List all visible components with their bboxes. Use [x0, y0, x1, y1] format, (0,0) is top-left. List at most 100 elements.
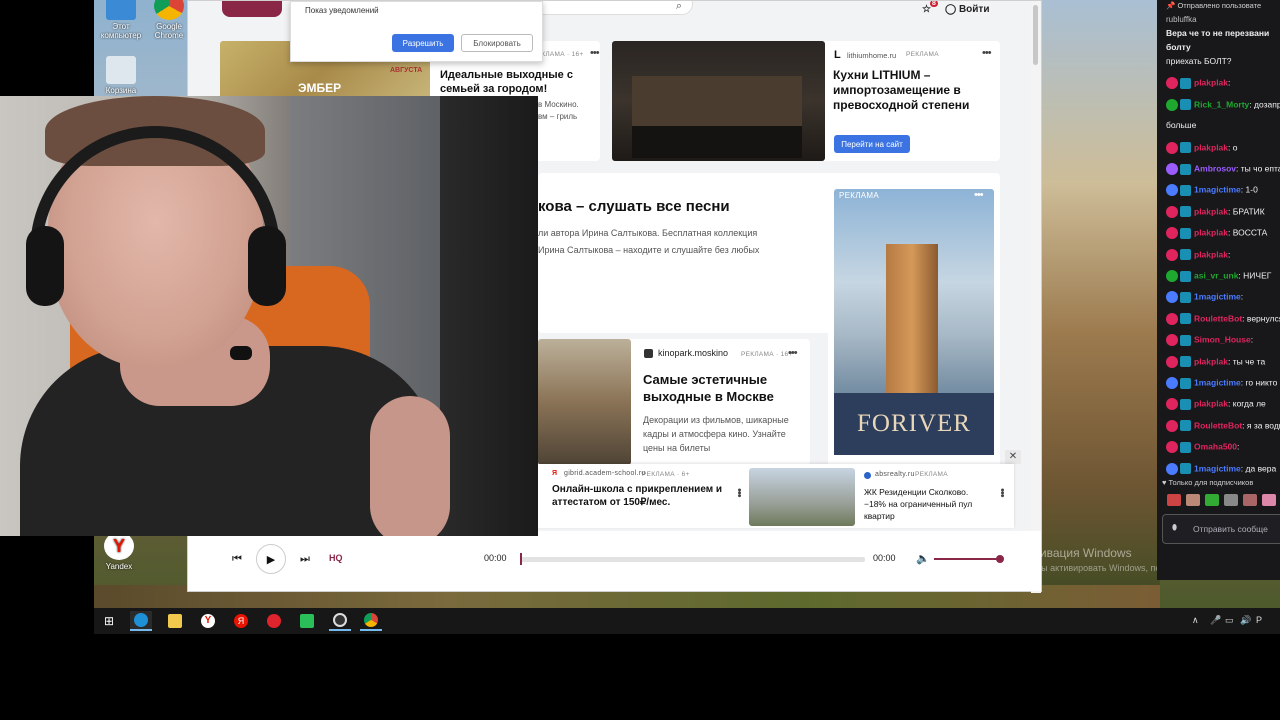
chat-username[interactable]: plakplak	[1194, 142, 1228, 152]
school-ad-domain[interactable]: gibrid.academ-school.ru	[564, 470, 646, 477]
site-logo[interactable]	[222, 1, 282, 17]
chat-username[interactable]: 1magictime	[1194, 292, 1241, 302]
chat-colon: :	[1250, 334, 1254, 345]
go-to-site-button[interactable]: Перейти на сайт	[834, 135, 910, 153]
chat-username[interactable]: RouletteBot	[1194, 420, 1242, 430]
tower-ad-card[interactable]: РЕКЛАМА ••• FORIVER	[828, 183, 1000, 473]
taskbar-opera[interactable]	[263, 611, 285, 631]
school-ad-title[interactable]: Онлайн-школа с прикреплением и аттестато…	[552, 483, 732, 509]
tray-mic-icon[interactable]: 🎤	[1210, 615, 1221, 626]
start-button[interactable]: ⊞	[98, 611, 120, 631]
previous-track-icon[interactable]: ⏮	[232, 553, 242, 566]
more-options-icon[interactable]: •••	[590, 47, 600, 59]
chat-username[interactable]: 1magictime	[1194, 377, 1241, 387]
pinned-user[interactable]: rubluffka	[1166, 15, 1197, 24]
chat-username[interactable]: asi_vr_unk	[1194, 270, 1238, 280]
page-scrollbar-thumb[interactable]	[1033, 5, 1038, 65]
chat-username[interactable]: plakplak	[1194, 399, 1228, 409]
favorites-button[interactable]: ☆ 8	[922, 1, 938, 15]
taskbar-app[interactable]	[296, 611, 318, 631]
emote-icon[interactable]	[1205, 494, 1219, 506]
page-scrollbar[interactable]	[1031, 1, 1041, 593]
more-options-icon[interactable]: •••	[996, 488, 1008, 497]
taskbar-edge[interactable]	[130, 611, 152, 631]
sub-badge-icon	[1166, 398, 1178, 411]
chat-username[interactable]: plakplak	[1194, 356, 1228, 366]
desktop-icon-recycle-bin[interactable]: Корзина	[94, 56, 148, 95]
play-button[interactable]: ▶	[256, 544, 286, 574]
taskbar-chrome[interactable]	[360, 611, 382, 631]
chat-text: ты че та	[1232, 355, 1266, 366]
progress-bar[interactable]	[520, 557, 865, 562]
close-ad-icon[interactable]: ✕	[1005, 450, 1021, 464]
chat-username[interactable]: Simon_House	[1194, 334, 1251, 344]
chat-input[interactable]: ⬮ Отправить сообще	[1162, 514, 1280, 544]
hq-toggle[interactable]: HQ	[329, 553, 343, 563]
block-button[interactable]: Блокировать	[461, 34, 533, 52]
stream-chat: 📌 Отправлено пользовате rubluffka Вера ч…	[1157, 0, 1280, 580]
emote-icon[interactable]	[1262, 494, 1276, 506]
taskbar-obs[interactable]	[329, 611, 351, 631]
chat-username[interactable]: plakplak	[1194, 78, 1228, 88]
login-button[interactable]: ◯ Войти	[945, 4, 990, 15]
kitchen-ad-card[interactable]: L lithiumhome.ru РЕКЛАМА ••• Кухни LITHI…	[612, 41, 1000, 161]
prime-badge-icon	[1180, 163, 1191, 175]
chat-username[interactable]: 1magictime	[1194, 463, 1241, 473]
desktop-icon-yandex[interactable]: Y Yandex	[92, 532, 146, 571]
chat-message: RouletteBot: я за водкой	[1166, 419, 1280, 432]
emote-bar	[1165, 494, 1276, 506]
kitchen-ad-domain[interactable]: lithiumhome.ru	[847, 50, 896, 61]
taskbar-yandex-browser[interactable]: Y	[197, 611, 219, 631]
tray-network-icon[interactable]: ▭	[1225, 615, 1234, 626]
chat-username[interactable]: Ambrosov	[1194, 163, 1236, 173]
ad-label: РЕКЛАМА · 6+	[642, 471, 690, 478]
chat-text: я за водкой	[1246, 420, 1280, 431]
allow-button[interactable]: Разрешить	[392, 34, 454, 52]
desktop-icon-label: Yandex	[105, 562, 133, 571]
chat-username[interactable]: RouletteBot	[1194, 313, 1242, 323]
emote-icon[interactable]	[1186, 494, 1200, 506]
chat-username[interactable]: plakplak	[1194, 227, 1228, 237]
computer-icon	[106, 0, 136, 20]
chat-input-placeholder: Отправить сообще	[1193, 524, 1268, 534]
pinned-label: Отправлено пользовате	[1177, 1, 1262, 10]
chat-message: Ambrosov: ты чо епта	[1166, 163, 1280, 175]
volume-icon[interactable]: 🔈	[916, 552, 930, 565]
chat-text: 1-0	[1245, 184, 1258, 195]
taskbar-yandex[interactable]: Я	[230, 611, 252, 631]
desktop-icon-this-pc[interactable]: Этот компьютер	[94, 0, 148, 40]
chat-username[interactable]: Rick_1_Morty	[1194, 99, 1249, 109]
prime-badge-icon	[1180, 420, 1191, 432]
more-options-icon[interactable]: •••	[982, 47, 992, 59]
search-icon[interactable]: ⌕	[676, 1, 682, 13]
volume-handle[interactable]	[996, 555, 1004, 563]
header-right: ☆ 8 ◯ Войти	[922, 1, 989, 17]
chat-username[interactable]: 1magictime	[1194, 185, 1241, 195]
volume-slider[interactable]	[934, 558, 1002, 560]
chat-username[interactable]: plakplak	[1194, 206, 1228, 216]
chat-username[interactable]: Omaha500	[1194, 441, 1237, 451]
tray-volume-icon[interactable]: 🔊	[1240, 615, 1251, 626]
progress-handle[interactable]	[520, 553, 522, 565]
absrealty-ad-domain[interactable]: absrealty.ru	[875, 471, 915, 478]
chat-message: Omaha500:	[1166, 441, 1239, 454]
streamer-arm	[370, 396, 450, 536]
chat-username[interactable]: plakplak	[1194, 249, 1228, 259]
tray-language[interactable]: Р	[1256, 615, 1262, 625]
kinopark-ad-card[interactable]: kinopark.moskino РЕКЛАМА · 16+ ••• Самые…	[538, 339, 810, 465]
next-track-icon[interactable]: ⏭	[300, 553, 310, 566]
kinopark-ad-domain[interactable]: kinopark.moskino	[658, 348, 738, 359]
emote-icon[interactable]	[1224, 494, 1238, 506]
more-options-icon[interactable]: •••	[788, 347, 798, 359]
more-options-icon[interactable]: •••	[733, 488, 745, 497]
chat-message: plakplak: БРАТИК	[1166, 205, 1265, 218]
ad-label: РЕКЛАМА	[915, 471, 948, 478]
more-options-icon[interactable]: •••	[974, 189, 984, 201]
absrealty-ad-title[interactable]: ЖК Резиденции Сколково. −18% на ограниче…	[864, 486, 984, 522]
prime-badge-icon	[1180, 77, 1191, 89]
taskbar-explorer[interactable]	[164, 611, 186, 631]
emote-icon[interactable]	[1167, 494, 1181, 506]
tray-chevron-icon[interactable]: ∧	[1192, 615, 1199, 626]
search-bar[interactable]: ⌕	[518, 1, 693, 15]
emote-icon[interactable]	[1243, 494, 1257, 506]
